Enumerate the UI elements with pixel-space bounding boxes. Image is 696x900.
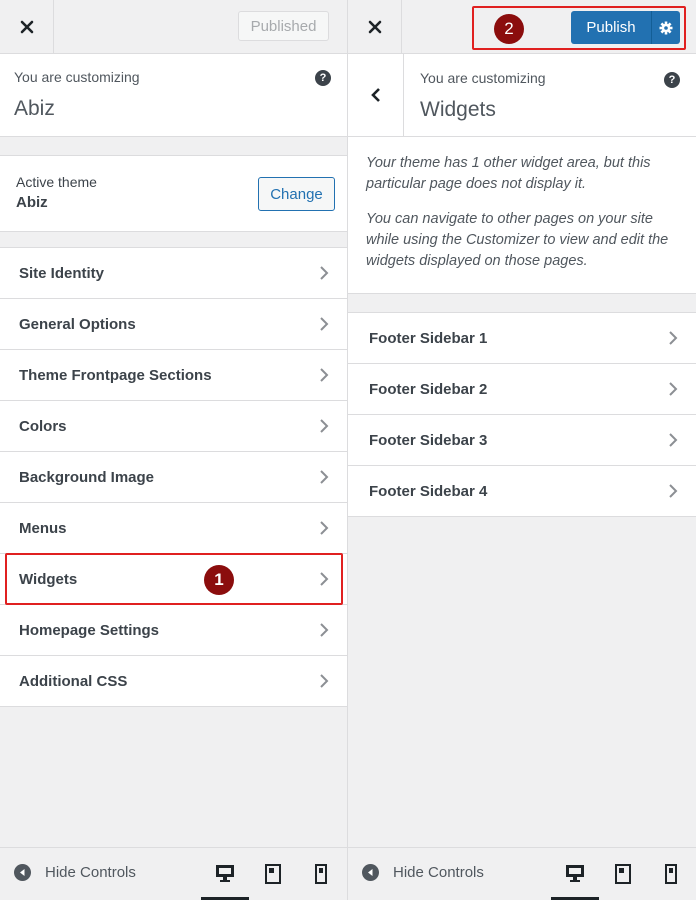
widget-area-footer-sidebar-4[interactable]: Footer Sidebar 4 [348,466,696,517]
chevron-right-icon [320,266,329,280]
publish-settings-button[interactable] [651,11,680,44]
menu-item-theme-frontpage-sections[interactable]: Theme Frontpage Sections [0,350,347,401]
device-tablet-button[interactable] [249,848,297,900]
customizer-menu: Site Identity General Options Theme Fron… [0,247,347,707]
menu-item-additional-css[interactable]: Additional CSS [0,656,347,707]
chevron-right-icon [669,382,678,396]
chevron-right-icon [669,433,678,447]
mobile-icon [665,864,677,884]
chevron-right-icon [320,419,329,433]
help-icon[interactable]: ? [664,72,680,88]
widget-area-footer-sidebar-3[interactable]: Footer Sidebar 3 [348,415,696,466]
menu-item-widgets[interactable]: Widgets 1 [0,554,347,605]
device-desktop-button[interactable] [551,848,599,900]
customizing-label: You are customizing [420,70,546,86]
menu-item-label: Widgets [19,570,78,588]
hide-controls-button[interactable]: Hide Controls [14,864,136,881]
menu-item-label: General Options [19,315,136,333]
device-desktop-button[interactable] [201,848,249,900]
desktop-icon [216,864,234,882]
menu-item-background-image[interactable]: Background Image [0,452,347,503]
menu-item-label: Background Image [19,468,155,486]
active-theme-name: Abiz [16,194,48,211]
site-title: Abiz [14,97,55,120]
chevron-right-icon [320,470,329,484]
chevron-left-icon [370,88,380,102]
arrow-left-circle-icon [14,864,31,881]
menu-item-colors[interactable]: Colors [0,401,347,452]
published-button[interactable]: Published [238,11,329,41]
widgets-description: Your theme has 1 other widget area, but … [348,137,696,294]
desktop-icon [566,864,584,882]
hide-controls-label: Hide Controls [45,864,136,881]
widget-area-footer-sidebar-2[interactable]: Footer Sidebar 2 [348,364,696,415]
top-bar: Published [0,0,347,54]
menu-item-label: Homepage Settings [19,621,160,639]
chevron-right-icon [320,521,329,535]
close-button[interactable] [0,0,54,53]
close-icon [368,20,381,33]
menu-item-label: Additional CSS [19,672,128,690]
widget-area-label: Footer Sidebar 2 [369,380,488,398]
menu-item-label: Colors [19,417,67,435]
menu-item-label: Menus [19,519,67,537]
customizer-panel-widgets: 2 Publish You are customizing Widgets ? … [348,0,696,900]
hide-controls-button[interactable]: Hide Controls [362,864,484,881]
section-title: Widgets [420,98,496,121]
tablet-icon [265,864,281,884]
hide-controls-label: Hide Controls [393,864,484,881]
mobile-icon [315,864,327,884]
tablet-icon [615,864,631,884]
change-theme-button[interactable]: Change [258,177,335,211]
chevron-right-icon [320,572,329,586]
active-theme-label: Active theme [16,174,97,190]
customizing-label: You are customizing [14,69,140,85]
chevron-right-icon [669,484,678,498]
widget-area-label: Footer Sidebar 1 [369,329,488,347]
close-button[interactable] [348,0,402,53]
footer-bar: Hide Controls [0,847,347,900]
back-button[interactable] [348,54,404,136]
description-paragraph: You can navigate to other pages on your … [366,211,669,269]
gear-icon [659,21,673,34]
device-mobile-button[interactable] [297,848,345,900]
chevron-right-icon [320,317,329,331]
device-mobile-button[interactable] [647,848,695,900]
menu-item-homepage-settings[interactable]: Homepage Settings [0,605,347,656]
customizing-header: You are customizing Abiz ? [0,54,347,137]
widget-area-list: Footer Sidebar 1 Footer Sidebar 2 Footer… [348,312,696,517]
active-theme-section: Active theme Abiz Change [0,155,347,232]
customizer-panel-main: Published You are customizing Abiz ? Act… [0,0,348,900]
top-bar: 2 Publish [348,0,696,54]
widget-area-footer-sidebar-1[interactable]: Footer Sidebar 1 [348,313,696,364]
arrow-left-circle-icon [362,864,379,881]
footer-bar: Hide Controls [348,847,696,900]
step-badge-1: 1 [204,565,234,595]
chevron-right-icon [320,674,329,688]
chevron-right-icon [669,331,678,345]
help-icon[interactable]: ? [315,70,331,86]
widget-area-label: Footer Sidebar 3 [369,431,488,449]
chevron-right-icon [320,368,329,382]
close-icon [20,20,33,33]
menu-item-site-identity[interactable]: Site Identity [0,248,347,299]
step-badge-2: 2 [494,14,524,44]
menu-item-label: Site Identity [19,264,105,282]
description-paragraph: Your theme has 1 other widget area, but … [366,155,651,192]
customizing-header: You are customizing Widgets ? [348,54,696,137]
device-tablet-button[interactable] [599,848,647,900]
widget-area-label: Footer Sidebar 4 [369,482,488,500]
publish-button[interactable]: Publish [571,11,651,44]
menu-item-menus[interactable]: Menus [0,503,347,554]
menu-item-general-options[interactable]: General Options [0,299,347,350]
chevron-right-icon [320,623,329,637]
menu-item-label: Theme Frontpage Sections [19,366,212,384]
